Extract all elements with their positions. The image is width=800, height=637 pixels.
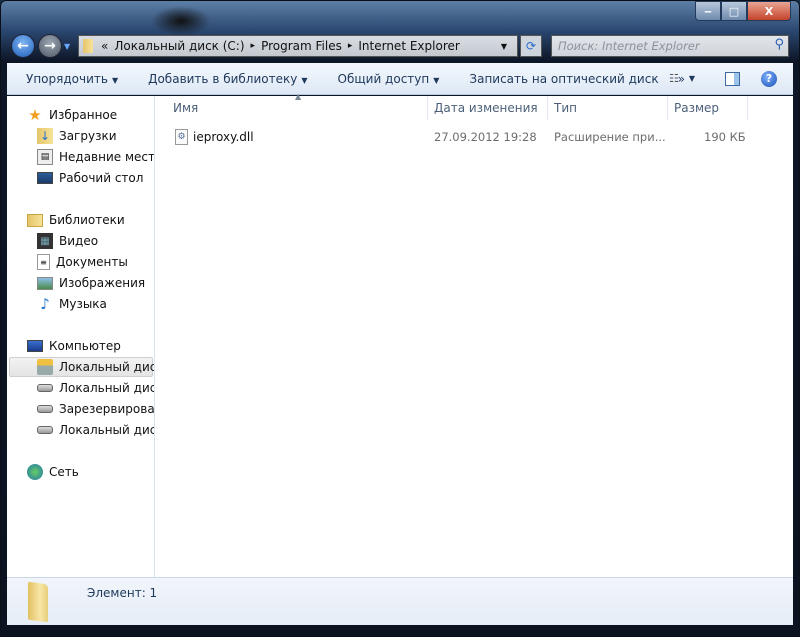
change-view-button[interactable]: ☷ ▼ [669,72,695,85]
search-input[interactable]: Поиск: Internet Explorer ⚲ [551,35,789,57]
network-icon [27,464,43,480]
downloads-folder-icon: ↓ [37,128,53,144]
file-size: 190 КБ [704,130,746,144]
details-pane: Элемент: 1 [7,577,793,625]
drive-icon [37,426,53,434]
sidebar-label: Видео [59,234,99,248]
minimize-button[interactable]: ‒ [695,1,721,21]
share-label: Общий доступ [337,71,430,86]
column-header-name[interactable]: Имя ▲ [167,92,428,120]
recent-pages-dropdown[interactable]: ▼ [64,42,70,51]
sidebar-item-drive[interactable]: Локальный диск [37,378,155,398]
file-row[interactable]: ⚙ ieproxy.dll [175,126,254,148]
sidebar-item-drive[interactable]: Зарезервировано [37,399,155,419]
sidebar-computer[interactable]: Компьютер [27,336,121,356]
burn-button[interactable]: Записать на оптический диск [469,72,658,86]
breadcrumb-item[interactable]: Internet Explorer [358,39,459,53]
navigation-pane[interactable]: ★ Избранное ↓ Загрузки ▤ Недавние места Раб… [7,96,155,577]
view-icon: ☷ [669,72,679,85]
folder-icon [83,39,93,53]
sidebar-item-documents[interactable]: ≡ Документы [37,252,128,272]
main-area: ★ Избранное ↓ Загрузки ▤ Недавние места Раб… [7,92,793,577]
sidebar-item-drive[interactable]: Локальный диск [37,420,155,440]
sidebar-label: Библиотеки [49,213,125,227]
organize-label: Упорядочить [26,71,108,86]
video-icon: ▦ [37,233,53,249]
command-bar: Упорядочить ▼ Добавить в библиотеку ▼ Общи… [7,63,793,95]
folder-icon [28,581,48,623]
dll-file-icon: ⚙ [175,129,188,145]
breadcrumb-item[interactable]: Program Files [261,39,342,53]
sidebar-label: Документы [56,255,128,269]
drive-icon [37,405,53,413]
sidebar-label: Изображения [59,276,146,290]
sidebar-label: Избранное [49,108,118,122]
sidebar-network[interactable]: Сеть [27,462,79,482]
libraries-icon [27,213,43,227]
address-dropdown-icon[interactable]: ▼ [501,42,507,51]
sidebar-label: Зарезервировано [59,402,155,416]
recent-places-icon: ▤ [37,149,53,165]
preview-pane-icon [725,71,740,86]
pictures-icon [37,276,53,290]
organize-button[interactable]: Упорядочить ▼ [26,72,118,86]
frame-glow [151,6,211,36]
column-header-type[interactable]: Тип [548,96,668,120]
sidebar-item-music[interactable]: ♪ Музыка [37,294,107,314]
sidebar-label: Музыка [59,297,107,311]
sidebar-label: Локальный диск [59,423,155,437]
sidebar-item-video[interactable]: ▦ Видео [37,231,98,251]
close-button[interactable]: X [747,1,791,21]
back-button[interactable]: ← [11,34,35,58]
column-header-size[interactable]: Размер [668,96,748,120]
file-name: ieproxy.dll [193,130,254,144]
add-to-library-button[interactable]: Добавить в библиотеку ▼ [148,72,307,86]
sidebar-item-recent[interactable]: ▤ Недавние места [37,147,155,167]
sidebar-favorites[interactable]: ★ Избранное [27,105,117,125]
sidebar-label: Загрузки [59,129,117,143]
sort-ascending-icon: ▲ [295,92,302,101]
window-controls: ‒ □ X [695,1,791,21]
item-count: Элемент: 1 [87,586,158,600]
search-icon[interactable]: ⚲ [774,37,784,52]
sidebar-label: Рабочий стол [59,171,144,185]
column-header-date[interactable]: Дата изменения [428,96,548,120]
forward-button[interactable]: → [38,34,62,58]
search-placeholder: Поиск: Internet Explorer [558,39,700,53]
navigation-buttons: ← → ▼ [11,34,70,58]
breadcrumb-separator[interactable]: ▸ [348,41,353,51]
file-type: Расширение при... [554,130,666,144]
sidebar-label: Компьютер [49,339,121,353]
sidebar-item-desktop[interactable]: Рабочий стол [37,168,143,188]
breadcrumb-overflow[interactable]: « [101,39,108,53]
sidebar-label: Локальный диск [59,381,155,395]
computer-icon [27,340,43,352]
star-icon: ★ [28,106,42,124]
preview-pane-button[interactable] [725,71,740,86]
add-library-label: Добавить в библиотеку [148,71,298,86]
sidebar-label: Недавние места [59,150,155,164]
sidebar-item-pictures[interactable]: Изображения [37,273,145,293]
drive-icon [37,384,53,392]
breadcrumb-item[interactable]: Локальный диск (C:) [114,39,244,53]
sidebar-libraries[interactable]: Библиотеки [27,210,125,230]
music-icon: ♪ [40,295,50,313]
share-button[interactable]: Общий доступ ▼ [338,72,440,86]
sidebar-label: Сеть [49,465,79,479]
help-button[interactable]: ? [761,70,777,87]
maximize-button[interactable]: □ [721,1,747,21]
address-bar[interactable]: « Локальный диск (C:) ▸ Program Files ▸ … [78,35,518,57]
breadcrumb-separator[interactable]: ▸ [251,41,256,51]
column-label: Имя [173,101,199,115]
sidebar-label: Локальный диск [59,360,155,374]
sidebar-item-downloads[interactable]: ↓ Загрузки [37,126,117,146]
desktop-icon [37,172,53,184]
file-date: 27.09.2012 19:28 [434,130,537,144]
system-drive-icon [37,359,53,375]
refresh-button[interactable]: ⟳ [520,35,542,57]
help-icon: ? [761,70,777,87]
sidebar-item-drive-c[interactable]: Локальный диск [9,357,155,377]
documents-icon: ≡ [37,254,50,270]
